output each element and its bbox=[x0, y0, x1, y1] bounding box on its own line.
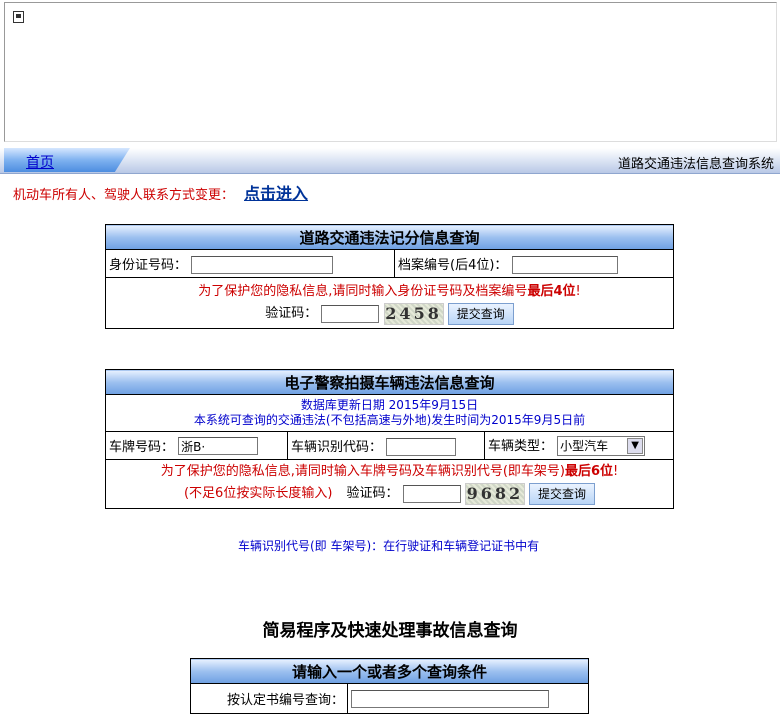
plate-label: 车牌号码： bbox=[109, 439, 175, 455]
camera-captcha-label: 验证码： bbox=[346, 486, 399, 501]
contact-change-row: 机动车所有人、驾驶人联系方式变更： 点击进入 bbox=[13, 180, 308, 203]
points-submit-button[interactable]: 提交查询 bbox=[447, 302, 514, 325]
camera-captcha-image[interactable]: 9682 bbox=[464, 482, 525, 505]
vin-label: 车辆识别代码： bbox=[291, 439, 383, 455]
camera-captcha-input[interactable] bbox=[402, 484, 461, 503]
accident-query-table: 请输入一个或者多个查询条件 按认定书编号查询： bbox=[190, 658, 589, 714]
plate-input[interactable] bbox=[178, 437, 259, 456]
home-link[interactable]: 首页 bbox=[26, 152, 54, 172]
vehicle-type-value: 小型汽车 bbox=[560, 439, 609, 454]
home-tab[interactable]: 首页 bbox=[4, 148, 130, 172]
query-scope-note: 本系统可查询的交通违法(不包括高速与外地)发生时间为2015年9月5日前 bbox=[193, 413, 586, 427]
file-number-input[interactable] bbox=[511, 255, 618, 274]
camera-submit-button[interactable]: 提交查询 bbox=[528, 482, 595, 505]
db-update-date: 数据库更新日期 2015年9月15日 bbox=[300, 398, 479, 412]
file-number-label: 档案编号(后4位)： bbox=[398, 257, 508, 273]
contact-change-text: 机动车所有人、驾驶人联系方式变更： bbox=[13, 188, 235, 203]
camera-query-table: 电子警察拍摄车辆违法信息查询 数据库更新日期 2015年9月15日 本系统可查询… bbox=[105, 369, 674, 509]
points-captcha-image[interactable]: 2458 bbox=[383, 302, 444, 325]
contact-change-link[interactable]: 点击进入 bbox=[244, 184, 308, 203]
accident-query-title: 简易程序及快速处理事故信息查询 bbox=[262, 621, 518, 641]
vehicle-type-label: 车辆类型： bbox=[488, 438, 554, 454]
system-title: 道路交通违法信息查询系统 bbox=[617, 157, 774, 172]
chevron-down-icon[interactable]: ▼ bbox=[627, 438, 644, 455]
points-query-title: 道路交通违法记分信息查询 bbox=[105, 224, 674, 250]
broken-image-icon bbox=[13, 11, 24, 23]
vin-input[interactable] bbox=[386, 437, 457, 456]
vin-location-note: 车辆识别代号(即 车架号)：在行驶证和车辆登记证书中有 bbox=[238, 539, 540, 553]
short-length-note: (不足6位按实际长度输入) bbox=[183, 486, 333, 501]
cert-number-label: 按认定书编号查询： bbox=[226, 693, 344, 708]
points-captcha-input[interactable] bbox=[321, 304, 380, 323]
points-captcha-label: 验证码： bbox=[265, 306, 318, 321]
id-number-label: 身份证号码： bbox=[109, 257, 188, 273]
vehicle-type-select[interactable]: 小型汽车 ▼ bbox=[557, 436, 646, 457]
accident-query-subtitle: 请输入一个或者多个查询条件 bbox=[190, 658, 589, 684]
points-privacy-note: 为了保护您的隐私信息,请同时输入身份证号码及档案编号最后4位! bbox=[198, 284, 581, 299]
id-number-input[interactable] bbox=[191, 255, 334, 274]
embedded-frame bbox=[4, 2, 777, 142]
navbar: 首页 道路交通违法信息查询系统 bbox=[0, 148, 780, 174]
cert-number-input[interactable] bbox=[351, 689, 549, 708]
points-query-table: 道路交通违法记分信息查询 身份证号码： 档案编号(后4位)： 为了保护您的隐私信… bbox=[105, 224, 674, 329]
camera-query-title: 电子警察拍摄车辆违法信息查询 bbox=[105, 369, 674, 395]
camera-privacy-note: 为了保护您的隐私信息,请同时输入车牌号码及车辆识别代号(即车架号)最后6位! bbox=[160, 464, 619, 479]
